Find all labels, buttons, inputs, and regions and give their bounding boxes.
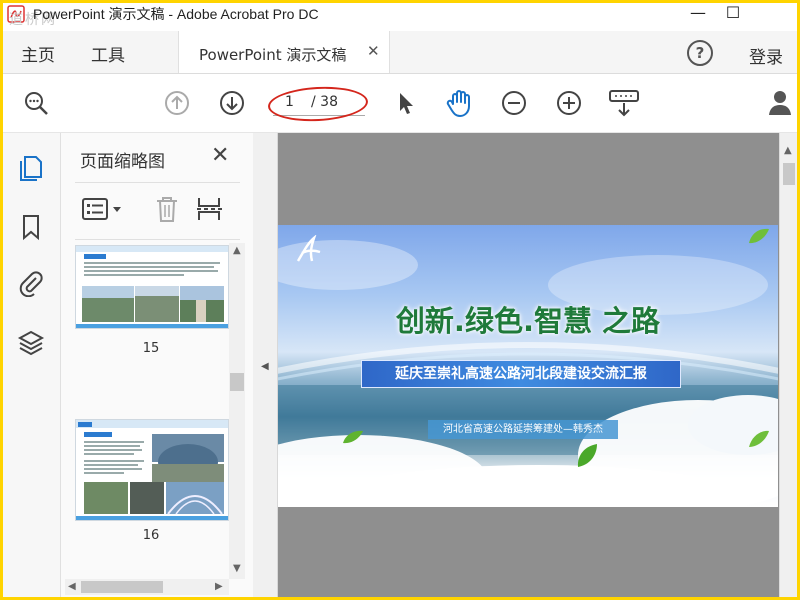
- select-cursor-icon[interactable]: [393, 90, 419, 116]
- panel-title: 页面缩略图: [80, 152, 165, 172]
- panel-divider: [75, 239, 240, 240]
- panel-collapse-handle[interactable]: ◀: [253, 133, 278, 597]
- keyboard-scroll-icon[interactable]: [608, 88, 640, 118]
- scrollbar-thumb[interactable]: [783, 163, 795, 185]
- scroll-up-arrow[interactable]: ▲: [784, 145, 792, 156]
- document-tab-label: PowerPoint 演示文稿: [199, 46, 347, 64]
- leaf-decoration-icon: [343, 430, 363, 444]
- scroll-down-arrow[interactable]: ▼: [233, 563, 241, 574]
- document-vertical-scrollbar[interactable]: ▲: [779, 133, 797, 597]
- delete-page-icon[interactable]: [153, 195, 181, 223]
- page-thumbnail-15[interactable]: [75, 245, 229, 329]
- collapse-arrow-icon[interactable]: ◀: [261, 361, 269, 372]
- thumbnail-options-icon[interactable]: [81, 195, 127, 223]
- left-tool-rail: [3, 133, 61, 597]
- search-icon[interactable]: [23, 90, 49, 116]
- insert-page-icon[interactable]: [195, 195, 225, 223]
- thumbnails-vertical-scrollbar[interactable]: ▲ ▼: [229, 243, 245, 579]
- scrollbar-thumb[interactable]: [81, 581, 163, 593]
- slide-subtitle-bar: 延庆至崇礼高速公路河北段建设交流汇报: [361, 360, 681, 388]
- login-button[interactable]: 登录: [749, 43, 783, 68]
- layers-icon[interactable]: [17, 329, 45, 357]
- page-up-icon[interactable]: [164, 90, 190, 116]
- acrobat-window: 道桥网 PowerPoint 演示文稿 - Adobe Acrobat Pro …: [3, 3, 797, 597]
- scroll-right-arrow[interactable]: ▶: [215, 581, 223, 592]
- panel-divider: [75, 182, 240, 183]
- leaf-decoration-icon: [577, 444, 597, 467]
- thumbnail-15-preview: [76, 246, 228, 328]
- page-down-icon[interactable]: [219, 90, 245, 116]
- page-thumbnails-icon[interactable]: [17, 153, 45, 181]
- scroll-up-arrow[interactable]: ▲: [233, 245, 241, 256]
- panel-close-button[interactable]: ✕: [211, 143, 229, 168]
- page-thumbnail-16[interactable]: [75, 419, 229, 521]
- slide-author: 河北省高速公路延崇筹建处—韩秀杰: [443, 424, 603, 435]
- hand-tool-icon[interactable]: [445, 88, 475, 118]
- help-button[interactable]: ?: [687, 40, 713, 66]
- zoom-out-icon[interactable]: [501, 90, 527, 116]
- maximize-button[interactable]: ☐: [718, 3, 748, 25]
- leaf-decoration-icon: [749, 430, 769, 447]
- tab-document[interactable]: PowerPoint 演示文稿 ✕: [178, 31, 390, 73]
- bookmark-icon[interactable]: [17, 213, 45, 241]
- window-title: PowerPoint 演示文稿 - Adobe Acrobat Pro DC: [33, 6, 319, 22]
- share-user-icon[interactable]: [769, 88, 797, 118]
- thumbnail-16-preview: [76, 420, 228, 520]
- slide-subtitle: 延庆至崇礼高速公路河北段建设交流汇报: [395, 366, 647, 382]
- thumbnails-horizontal-scrollbar[interactable]: ◀ ▶: [65, 579, 229, 595]
- close-tab-button[interactable]: ✕: [367, 42, 380, 60]
- minimize-button[interactable]: —: [683, 3, 713, 25]
- document-view[interactable]: 创新.绿色.智慧 之路 延庆至崇礼高速公路河北段建设交流汇报 河北省高速公路延崇…: [278, 133, 779, 597]
- scrollbar-thumb[interactable]: [230, 373, 244, 391]
- red-highlight-ring: [267, 84, 369, 124]
- attachment-icon[interactable]: [17, 269, 45, 297]
- main-toolbar: 1 / 38: [3, 74, 797, 133]
- thumbnail-label: 16: [142, 528, 160, 543]
- thumbnail-label: 15: [142, 341, 160, 356]
- tab-tools[interactable]: 工具: [91, 41, 125, 66]
- thumbnails-panel: 页面缩略图 ✕ 15 16 ▲ ▼ ◀ ▶: [61, 133, 254, 597]
- tab-home[interactable]: 主页: [21, 41, 55, 66]
- zoom-in-icon[interactable]: [556, 90, 582, 116]
- scroll-left-arrow[interactable]: ◀: [68, 581, 76, 592]
- page-number-box[interactable]: 1 / 38: [267, 84, 371, 124]
- title-bar: 道桥网 PowerPoint 演示文稿 - Adobe Acrobat Pro …: [3, 3, 797, 28]
- brand-logo-icon: [296, 235, 321, 262]
- tab-bar: 主页 工具 PowerPoint 演示文稿 ✕ ? 登录: [3, 31, 797, 74]
- slide-author-bar: 河北省高速公路延崇筹建处—韩秀杰: [428, 420, 618, 439]
- leaf-decoration-icon: [749, 228, 769, 244]
- slide-headline: 创新.绿色.智慧 之路: [395, 304, 661, 338]
- slide-page: 创新.绿色.智慧 之路 延庆至崇礼高速公路河北段建设交流汇报 河北省高速公路延崇…: [278, 225, 778, 507]
